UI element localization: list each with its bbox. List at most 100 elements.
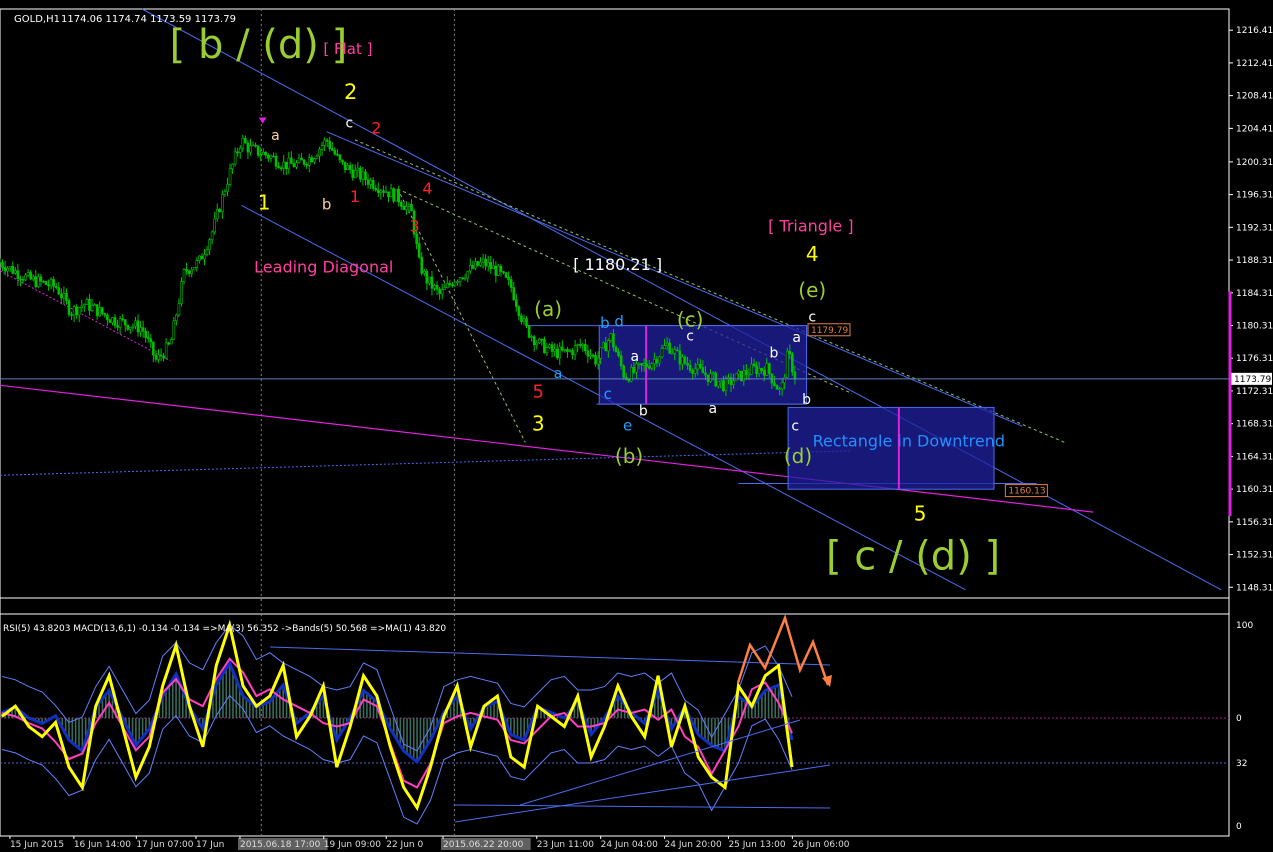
candle [282, 161, 286, 169]
candle [269, 155, 273, 159]
candle [417, 243, 421, 258]
wave-label: 3 [410, 217, 420, 236]
wave-label: 2 [344, 80, 357, 104]
time-label: 16 Jun 14:00 [74, 840, 131, 850]
candle [325, 139, 329, 142]
candle [24, 274, 27, 281]
candle [343, 161, 347, 171]
candle [116, 325, 119, 328]
candle [665, 342, 669, 347]
candle [709, 373, 712, 382]
candle [704, 372, 707, 376]
candle [584, 343, 587, 352]
candle [732, 380, 735, 385]
candle [517, 306, 521, 317]
candle [783, 377, 786, 384]
candle [157, 354, 160, 360]
price-tick-label: 1184.31 [1236, 289, 1273, 299]
candle [1, 262, 4, 268]
candle [267, 154, 270, 159]
candle [663, 345, 666, 349]
wave-label: b [639, 404, 648, 420]
candle [100, 307, 104, 314]
wave-label: c [808, 309, 816, 325]
wave-label: (d) [784, 444, 812, 468]
candle [589, 354, 592, 357]
candle [642, 363, 646, 366]
candle [571, 350, 574, 355]
candle [313, 158, 316, 163]
wave-label: a [554, 366, 563, 382]
wave-label: c [686, 328, 694, 344]
candle [54, 285, 58, 288]
candle [274, 155, 278, 167]
candle [660, 348, 664, 358]
candle [47, 284, 50, 287]
candle [553, 348, 556, 352]
candle [706, 374, 710, 382]
candle [154, 354, 158, 360]
candle [604, 342, 608, 352]
price-tick-label: 1196.31 [1236, 191, 1273, 201]
candle [210, 231, 214, 241]
candle [307, 157, 311, 166]
candle [676, 349, 679, 352]
candle [246, 142, 250, 153]
candle [548, 344, 551, 348]
candle [775, 385, 779, 390]
candle [231, 163, 234, 170]
candle [780, 382, 784, 389]
price-tick-label: 1172.31 [1236, 387, 1273, 397]
candle [272, 155, 275, 158]
time-label: 24 Jun 20:00 [665, 840, 722, 850]
candle [356, 167, 360, 171]
candle [576, 344, 579, 347]
candle [277, 166, 280, 169]
price-tick-label: 1152.31 [1236, 551, 1273, 561]
candle [655, 358, 659, 364]
candle [187, 270, 191, 274]
candle [162, 355, 165, 359]
candle [494, 265, 498, 276]
price-tag-label: 1179.79 [811, 326, 848, 336]
candle [361, 171, 365, 180]
candle [149, 338, 153, 343]
candle [594, 354, 597, 365]
candle [351, 169, 355, 178]
candle [175, 314, 178, 322]
candle [52, 279, 55, 287]
candle [791, 353, 794, 373]
candle [497, 265, 500, 276]
candle [530, 336, 533, 338]
candle [364, 171, 367, 181]
candle [714, 372, 717, 387]
indicator-tick-label: 0 [1236, 714, 1242, 724]
candle [26, 272, 30, 276]
candle [215, 209, 219, 220]
current-price-label: 1173.79 [1234, 375, 1271, 385]
candle [346, 165, 349, 171]
candle [185, 269, 188, 272]
candle [402, 206, 406, 210]
candle [609, 333, 613, 341]
candle [57, 287, 61, 295]
candle [688, 364, 692, 371]
candle [203, 254, 206, 260]
candle [438, 288, 441, 295]
price-tick-label: 1192.31 [1236, 223, 1273, 233]
candle [502, 271, 505, 274]
candle [640, 363, 643, 366]
candle [601, 342, 605, 349]
candle [443, 287, 447, 291]
time-label: 15 Jun 2015 [10, 840, 64, 850]
candle [129, 326, 132, 330]
time-label: 23 Jun 11:00 [537, 840, 594, 850]
candle [555, 348, 559, 359]
candle [760, 368, 763, 372]
candle [711, 372, 715, 375]
wave-label: (a) [534, 297, 562, 321]
price-tick-label: 1200.31 [1236, 158, 1273, 168]
time-label: 24 Jun 04:00 [601, 840, 658, 850]
candle [407, 204, 411, 207]
candle [169, 339, 173, 345]
